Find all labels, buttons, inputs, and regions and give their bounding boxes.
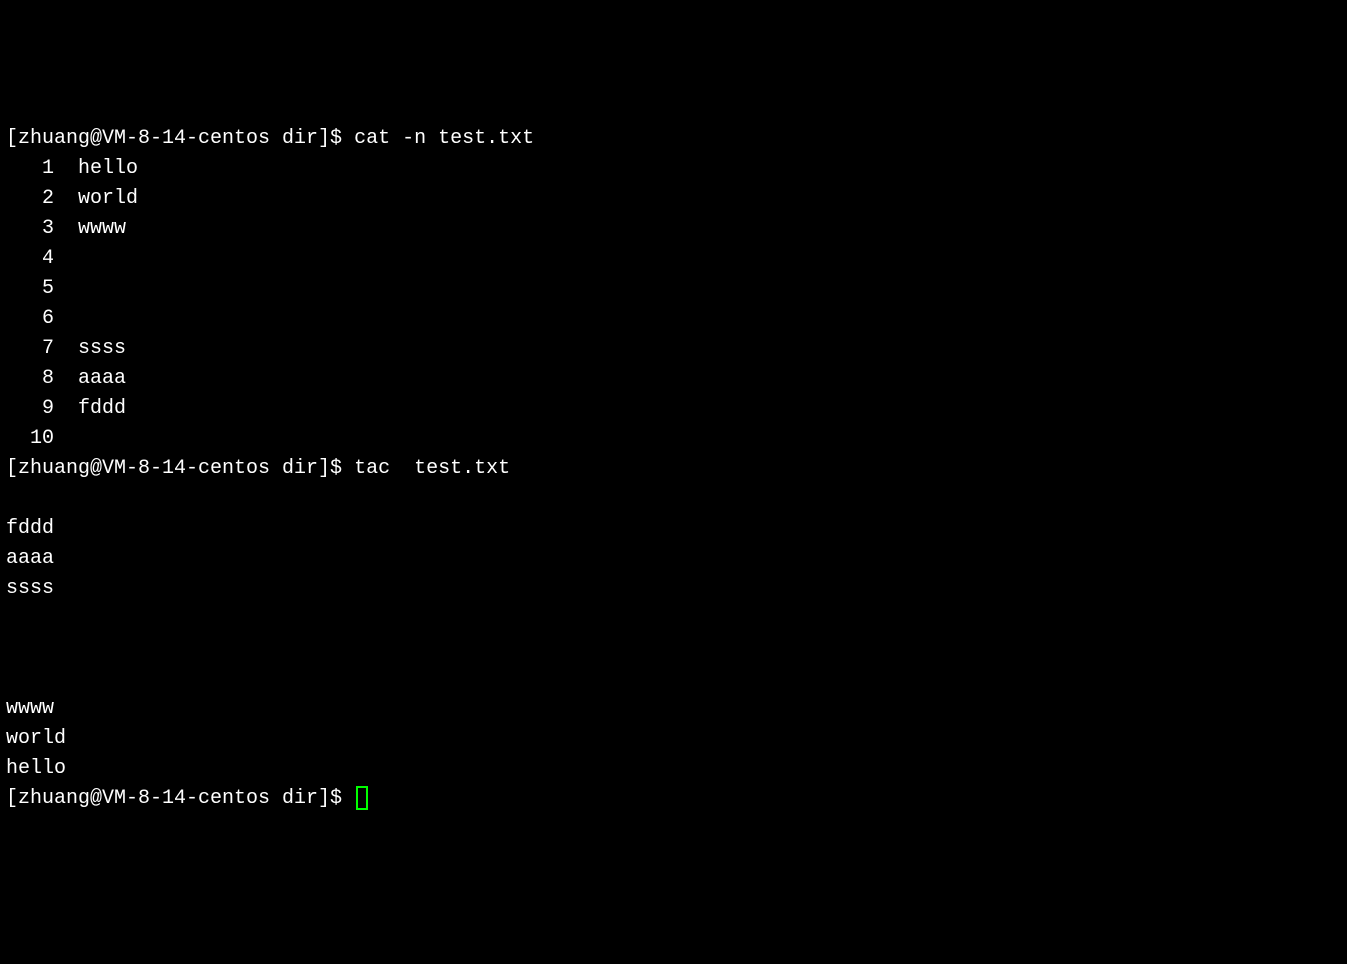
line-content: wwww xyxy=(78,214,126,244)
prompt-line-1: [zhuang@VM-8-14-centos dir]$ cat -n test… xyxy=(6,124,1341,154)
tac-output-line: aaaa xyxy=(6,544,1341,574)
cat-output-line: 6 xyxy=(6,304,1341,334)
line-content: fddd xyxy=(78,394,126,424)
cat-output-line: 3wwww xyxy=(6,214,1341,244)
command-text: cat -n test.txt xyxy=(354,127,534,150)
tac-output-line xyxy=(6,634,1341,664)
tac-output-line: world xyxy=(6,724,1341,754)
line-content: aaaa xyxy=(78,364,126,394)
prompt-line-2: [zhuang@VM-8-14-centos dir]$ tac test.tx… xyxy=(6,454,1341,484)
line-number: 5 xyxy=(6,274,78,304)
terminal[interactable]: [zhuang@VM-8-14-centos dir]$ cat -n test… xyxy=(6,124,1341,814)
cat-output-line: 9fddd xyxy=(6,394,1341,424)
tac-output-line: ssss xyxy=(6,574,1341,604)
prompt-prefix: [zhuang@VM-8-14-centos dir]$ xyxy=(6,457,354,480)
line-number: 10 xyxy=(6,424,78,454)
line-number: 2 xyxy=(6,184,78,214)
cat-output-line: 10 xyxy=(6,424,1341,454)
line-number: 9 xyxy=(6,394,78,424)
cat-output-line: 8aaaa xyxy=(6,364,1341,394)
command-text: tac test.txt xyxy=(354,457,510,480)
line-number: 1 xyxy=(6,154,78,184)
tac-output-line xyxy=(6,664,1341,694)
line-number: 3 xyxy=(6,214,78,244)
tac-output-line: wwww xyxy=(6,694,1341,724)
line-content: ssss xyxy=(78,334,126,364)
tac-output-line xyxy=(6,484,1341,514)
cat-output-line: 7ssss xyxy=(6,334,1341,364)
prompt-line-3: [zhuang@VM-8-14-centos dir]$ xyxy=(6,784,1341,814)
prompt-prefix: [zhuang@VM-8-14-centos dir]$ xyxy=(6,787,354,810)
prompt-prefix: [zhuang@VM-8-14-centos dir]$ xyxy=(6,127,354,150)
tac-output: fdddaaaassss wwwwworldhello xyxy=(6,484,1341,784)
line-content: world xyxy=(78,184,138,214)
line-content: hello xyxy=(78,154,138,184)
line-number: 7 xyxy=(6,334,78,364)
cat-output-line: 2world xyxy=(6,184,1341,214)
tac-output-line: fddd xyxy=(6,514,1341,544)
line-number: 8 xyxy=(6,364,78,394)
cat-output-line: 5 xyxy=(6,274,1341,304)
cat-output: 1hello2world3wwww4567ssss8aaaa9fddd10 xyxy=(6,154,1341,454)
tac-output-line: hello xyxy=(6,754,1341,784)
cat-output-line: 1hello xyxy=(6,154,1341,184)
line-number: 4 xyxy=(6,244,78,274)
tac-output-line xyxy=(6,604,1341,634)
cursor-icon xyxy=(356,786,368,810)
cat-output-line: 4 xyxy=(6,244,1341,274)
line-number: 6 xyxy=(6,304,78,334)
